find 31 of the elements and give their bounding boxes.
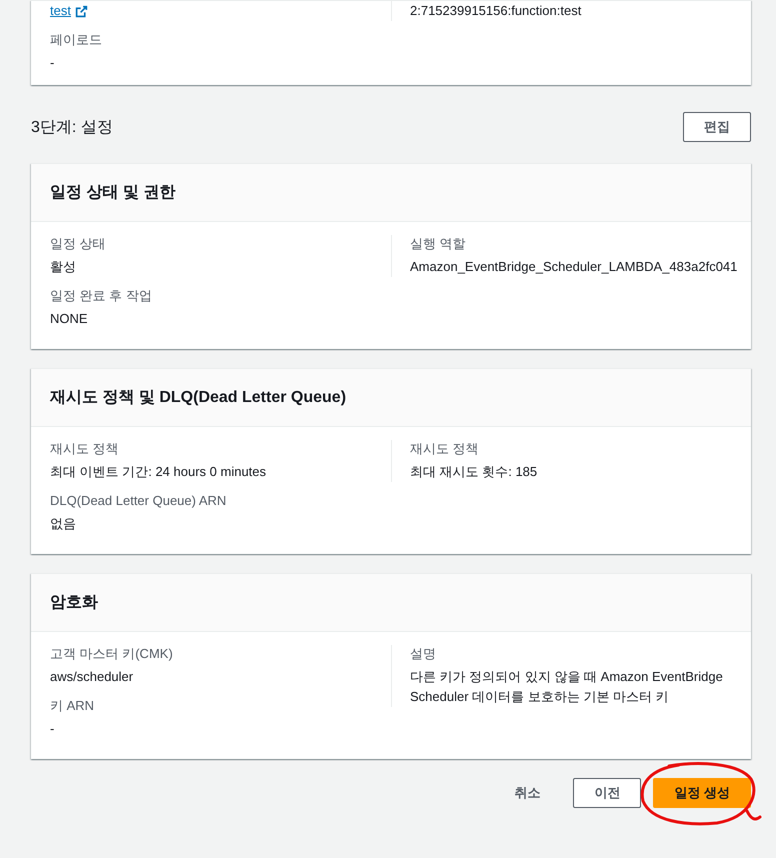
field-value: 2:715239915156:function:test <box>410 2 582 20</box>
field-label: 일정 완료 후 작업 <box>50 287 153 305</box>
create-button[interactable]: 일정 생성 <box>653 778 751 808</box>
field-label: 실행 역할 <box>410 235 467 253</box>
field-label: 키 ARN <box>50 697 96 715</box>
field-label: 일정 상태 <box>50 235 107 253</box>
card-title: 재시도 정책 및 DLQ(Dead Letter Queue) <box>50 388 346 408</box>
field-value: aws/scheduler <box>50 668 134 686</box>
field-label: 고객 마스터 키(CMK) <box>50 645 174 663</box>
card-title: 일정 상태 및 권한 <box>50 183 176 203</box>
field-label: DLQ(Dead Letter Queue) ARN <box>50 492 228 510</box>
field-value: 다른 키가 정의되어 있지 않을 때 Amazon EventBridge Scheduler 데이터를 보호하는 기본 마스터 키 <box>410 668 724 706</box>
cancel-button[interactable]: 취소 <box>493 778 562 808</box>
field-label: 재시도 정책 <box>410 440 480 458</box>
field-link[interactable]: test <box>50 1 88 21</box>
field-label: 페이로드 <box>50 31 103 49</box>
edit-button[interactable]: 편집 <box>683 112 751 142</box>
external-link-icon <box>74 4 88 18</box>
field-value: Amazon_EventBridge_Scheduler_LAMBDA_483a2fc041 <box>410 258 738 276</box>
field-label: 재시도 정책 <box>50 440 120 458</box>
field-value: 최대 재시도 횟수: 185 <box>410 463 538 481</box>
field-value: - <box>50 720 56 738</box>
step-title: 3단계: 설정 <box>31 118 113 138</box>
field-value: - <box>50 54 56 72</box>
field-label: 설명 <box>410 645 437 663</box>
field-value: 없음 <box>50 515 77 533</box>
card-title: 암호화 <box>50 593 98 613</box>
field-value: 최대 이벤트 기간: 24 hours 0 minutes <box>50 463 268 481</box>
field-value: NONE <box>50 310 89 328</box>
field-value: 활성 <box>50 258 77 276</box>
previous-button[interactable]: 이전 <box>573 778 642 808</box>
